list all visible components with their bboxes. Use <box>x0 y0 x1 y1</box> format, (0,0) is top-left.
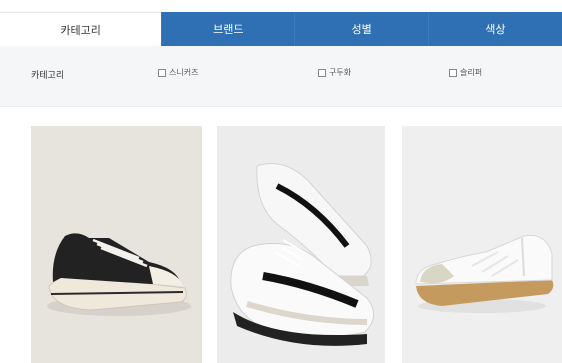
product-image-white-gum-sole-sneaker <box>402 126 562 363</box>
filter-panel: 카테고리 스니커즈 구두화 슬리퍼 <box>0 46 562 107</box>
filter-option-label: 구두화 <box>329 68 352 77</box>
product-image-black-canvas-sneaker <box>31 126 202 363</box>
filter-option-label: 스니커즈 <box>169 68 199 77</box>
tab-brand[interactable]: 브랜드 <box>161 12 295 46</box>
filter-option-sneakers[interactable]: 스니커즈 <box>158 67 198 78</box>
product-card[interactable] <box>402 126 562 363</box>
checkbox-slippers[interactable] <box>449 68 457 77</box>
tab-gender[interactable]: 성별 <box>294 12 428 46</box>
product-card[interactable] <box>217 126 385 363</box>
filter-option-dress-shoes[interactable]: 구두화 <box>318 67 351 78</box>
tab-color[interactable]: 색상 <box>427 12 562 46</box>
checkbox-dress-shoes[interactable] <box>318 68 326 77</box>
category-tab-bar: 카테고리 브랜드 성별 색상 <box>0 12 562 47</box>
filter-option-label: 슬리퍼 <box>460 68 483 77</box>
checkbox-sneakers[interactable] <box>158 68 166 77</box>
product-image-white-running-sneakers <box>217 126 385 363</box>
filter-option-slippers[interactable]: 슬리퍼 <box>449 67 482 78</box>
product-card[interactable] <box>31 126 202 363</box>
filter-label: 카테고리 <box>31 71 65 81</box>
tab-category[interactable]: 카테고리 <box>0 12 162 47</box>
